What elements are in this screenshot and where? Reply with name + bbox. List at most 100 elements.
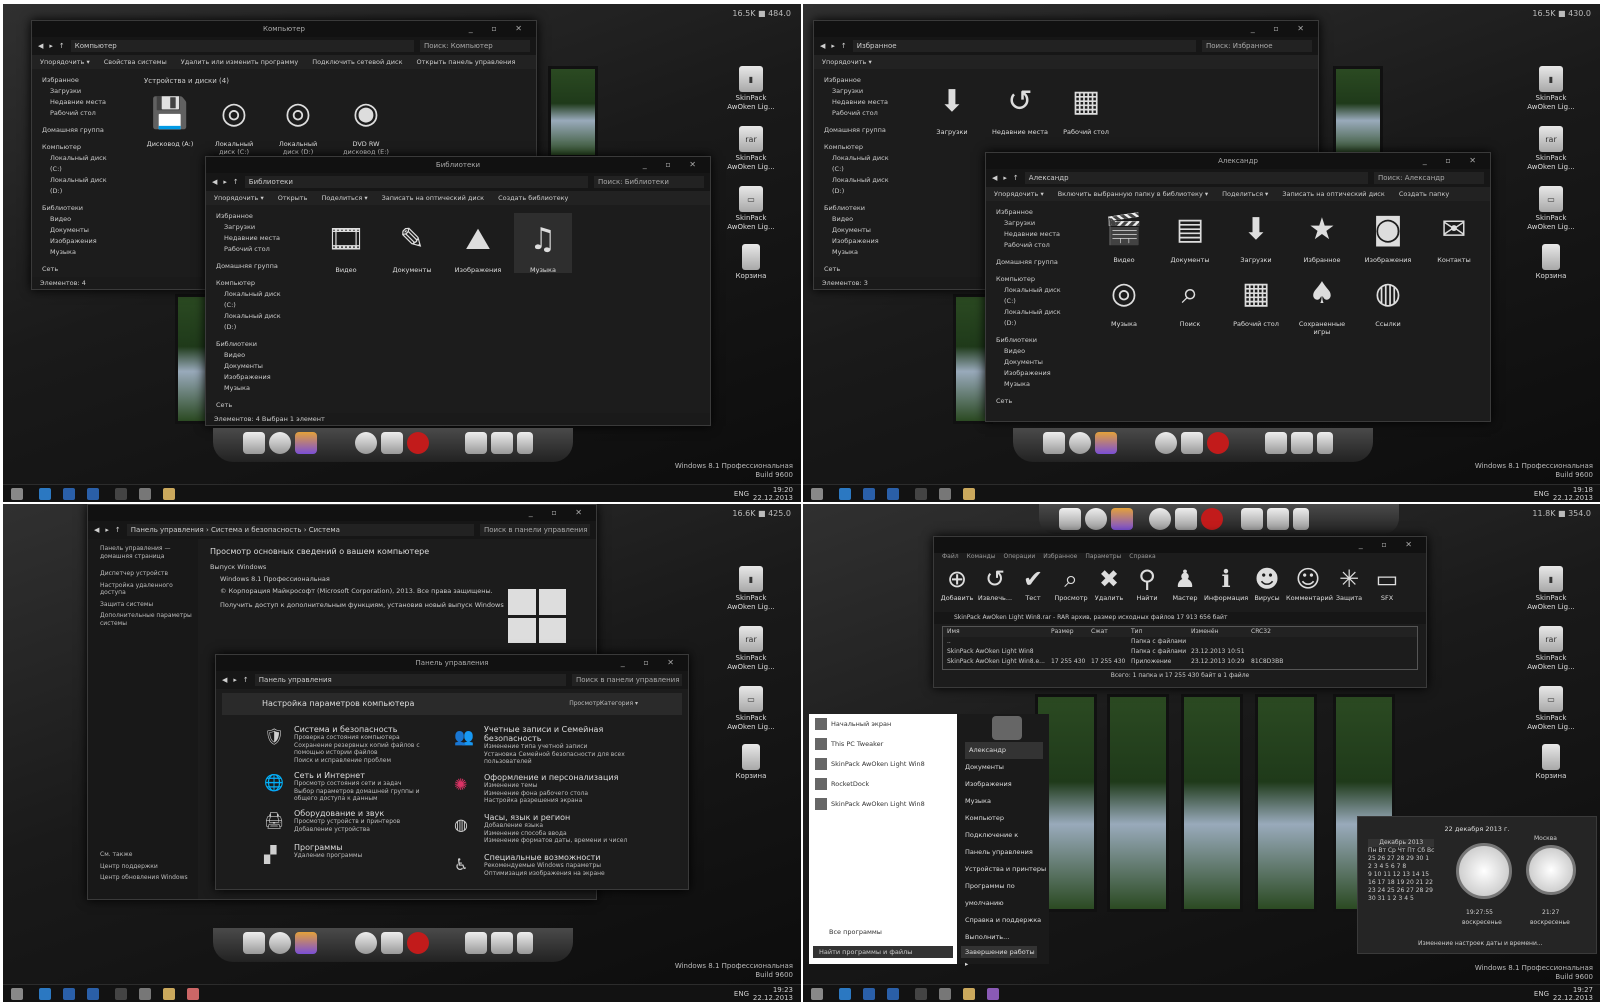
dock-monitor-icon[interactable] xyxy=(243,432,265,454)
folder-video[interactable]: 🎬 Видео xyxy=(1094,207,1154,265)
desktop-icon-recycle-bin[interactable]: Корзина xyxy=(721,244,781,281)
cp-category-accounts[interactable]: 👥 Учетные записи и Семейная безопасность И… xyxy=(454,725,654,766)
cmd-organize[interactable]: Упорядочить ▾ xyxy=(994,190,1044,198)
dock-bank-icon[interactable] xyxy=(491,432,513,454)
explorer-window-libraries[interactable]: Библиотеки _ ▫ ✕ ◀ ▸ ↑ Библиотеки Поиск: Би… xyxy=(205,156,711,426)
dock-help-icon[interactable] xyxy=(1207,432,1229,454)
folder-music[interactable]: ◎ Музыка xyxy=(1094,271,1154,329)
folder-desktop[interactable]: ▦ Рабочий стол xyxy=(1226,271,1286,329)
calendar-week[interactable]: 30 31 1 2 3 4 5 xyxy=(1368,895,1434,903)
media-icon[interactable] xyxy=(63,488,75,500)
cp-category-appearance[interactable]: ✺ Оформление и персонализация Изменение те… xyxy=(454,773,654,805)
cp-category-programs[interactable]: ▞ Программы Удаление программы xyxy=(264,843,444,864)
search-input[interactable]: Поиск: Александр xyxy=(1374,172,1484,184)
clock[interactable]: 19:23 22.12.2013 xyxy=(753,986,793,1002)
dock-help-icon[interactable] xyxy=(1201,508,1223,530)
cmd-open-control-panel[interactable]: Открыть панель управления xyxy=(417,58,516,66)
col-crc[interactable]: CRC32 xyxy=(1251,627,1301,637)
nav-computer[interactable]: Компьютер xyxy=(42,142,114,153)
menu-options[interactable]: Параметры xyxy=(1085,553,1121,564)
window-controls[interactable]: _ ▫ ✕ xyxy=(469,21,530,37)
place-control-panel[interactable]: Панель управления xyxy=(965,844,1049,861)
menu-operations[interactable]: Операции xyxy=(1004,553,1036,564)
desktop-icon-skinpack-rar[interactable]: rar SkinPack AwOken Lig... xyxy=(1521,126,1581,172)
back-icon[interactable]: ◀ xyxy=(992,174,997,182)
nav-music[interactable]: Музыка xyxy=(824,247,896,258)
windows-update-link[interactable]: Центр обновления Windows xyxy=(100,874,188,882)
nav-downloads[interactable]: Загрузки xyxy=(42,86,114,97)
col-name[interactable]: Имя xyxy=(947,627,1051,637)
dock-bank-icon[interactable] xyxy=(491,932,513,954)
cmd-share[interactable]: Поделиться ▾ xyxy=(1222,190,1268,198)
explorer-icon[interactable] xyxy=(163,488,175,500)
up-icon[interactable]: ↑ xyxy=(233,178,239,186)
favorite-recent[interactable]: ↺ Недавние места xyxy=(990,79,1050,137)
path-input[interactable]: Панель управления xyxy=(254,674,566,686)
up-icon[interactable]: ↑ xyxy=(115,526,121,534)
cmd-open[interactable]: Открыть xyxy=(278,194,308,202)
explorer-icon[interactable] xyxy=(963,988,975,1000)
nav-libraries[interactable]: Библиотеки xyxy=(42,203,114,214)
nav-desktop[interactable]: Рабочий стол xyxy=(824,108,896,119)
table-row[interactable]: SkinPack AwOken Light Win8 Папка с файлам… xyxy=(943,647,1417,657)
favorite-downloads[interactable]: ⬇ Загрузки xyxy=(924,79,980,137)
place-default-programs[interactable]: Программы по умолчанию xyxy=(965,878,1049,912)
dock-globe-icon[interactable] xyxy=(1069,432,1091,454)
place-pictures[interactable]: Изображения xyxy=(965,776,1049,793)
action-center-link[interactable]: Центр поддержки xyxy=(100,863,188,871)
back-icon[interactable]: ◀ xyxy=(38,42,43,50)
place-user[interactable]: Александр xyxy=(965,742,1043,759)
desktop-icon-recycle-bin[interactable]: Корзина xyxy=(721,744,781,781)
forward-icon[interactable]: ▸ xyxy=(1003,174,1007,182)
folder-documents[interactable]: ▤ Документы xyxy=(1160,207,1220,265)
nav-drive-d[interactable]: Локальный диск (D:) xyxy=(824,175,896,197)
device-manager-link[interactable]: Диспетчер устройств xyxy=(100,570,198,578)
app-icon[interactable] xyxy=(87,488,99,500)
nav-pictures[interactable]: Изображения xyxy=(824,236,896,247)
up-icon[interactable]: ↑ xyxy=(243,676,249,684)
path-input[interactable]: Библиотеки xyxy=(244,176,588,188)
tool-sfx[interactable]: ▭ SFX xyxy=(1368,564,1406,612)
nav-libraries[interactable]: Библиотеки xyxy=(216,339,288,350)
library-pictures[interactable]: ⛰ Изображения xyxy=(450,217,506,275)
nav-homegroup[interactable]: Домашняя группа xyxy=(824,125,896,136)
cmd-organize[interactable]: Упорядочить ▾ xyxy=(822,58,872,66)
window-controls[interactable]: _ ▫ ✕ xyxy=(1423,153,1484,169)
nav-homegroup[interactable]: Домашняя группа xyxy=(996,257,1068,268)
dock-recycle-icon[interactable] xyxy=(1293,508,1309,530)
desktop-icon-skinpack-2[interactable]: ▭ SkinPack AwOken Lig... xyxy=(721,186,781,232)
nav-drive-d[interactable]: Локальный диск (D:) xyxy=(996,307,1068,329)
nav-network[interactable]: Сеть xyxy=(824,264,896,275)
table-row[interactable]: SkinPack AwOken Light Win8.e... 17 255 43… xyxy=(943,657,1417,667)
start-icon[interactable] xyxy=(811,488,823,500)
place-help[interactable]: Справка и поддержка xyxy=(965,912,1049,929)
dock-apps-icon[interactable] xyxy=(381,932,403,954)
menu-favorites[interactable]: Избранное xyxy=(1043,553,1077,564)
app-icon[interactable] xyxy=(87,988,99,1000)
language-indicator[interactable]: ENG xyxy=(1534,490,1549,498)
window-controls[interactable]: _ ▫ ✕ xyxy=(621,655,682,671)
explorer-window-user[interactable]: Александр _ ▫ ✕ ◀ ▸ ↑ Александр Поиск: Алек… xyxy=(985,152,1491,422)
nav-drive-c[interactable]: Локальный диск (C:) xyxy=(216,289,288,311)
dock-apps-icon[interactable] xyxy=(381,432,403,454)
dock-drive-icon[interactable] xyxy=(465,932,487,954)
folder-saved-games[interactable]: ♠ Сохраненные игры xyxy=(1292,271,1352,337)
start-icon[interactable] xyxy=(11,488,23,500)
dock-cube-icon[interactable] xyxy=(295,932,317,954)
cmd-organize[interactable]: Упорядочить ▾ xyxy=(40,58,90,66)
dock-bank-icon[interactable] xyxy=(1291,432,1313,454)
place-computer[interactable]: Компьютер xyxy=(965,810,1049,827)
nav-desktop[interactable]: Рабочий стол xyxy=(216,244,288,255)
favorite-desktop[interactable]: ▦ Рабочий стол xyxy=(1058,79,1114,137)
explorer-icon[interactable] xyxy=(163,988,175,1000)
nav-libraries[interactable]: Библиотеки xyxy=(996,335,1068,346)
dock-network-icon[interactable] xyxy=(1155,432,1177,454)
desktop-icon-skinpack[interactable]: ▮ SkinPack AwOken Lig... xyxy=(1521,66,1581,112)
cp-home-link[interactable]: Панель управления — домашняя страница xyxy=(100,545,198,560)
clock[interactable]: 19:18 22.12.2013 xyxy=(1553,486,1593,502)
nav-computer[interactable]: Компьютер xyxy=(824,142,896,153)
place-run[interactable]: Выполнить... xyxy=(965,929,1049,946)
dock-drive-icon[interactable] xyxy=(465,432,487,454)
dock-globe-icon[interactable] xyxy=(1085,508,1107,530)
tool-protect[interactable]: ✳ Защита xyxy=(1330,564,1368,612)
